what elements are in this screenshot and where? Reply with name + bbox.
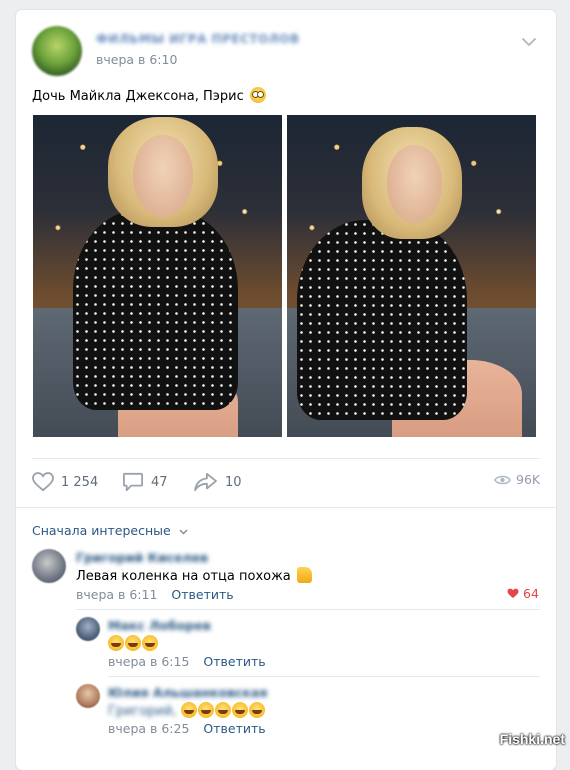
- eye-icon: [494, 475, 511, 484]
- reply-to-link[interactable]: Григорий,: [108, 704, 177, 719]
- comment-author[interactable]: Григорий Киселев: [76, 550, 208, 565]
- group-avatar[interactable]: [32, 26, 82, 76]
- comment-author[interactable]: Юлия Альшанковская: [108, 685, 267, 700]
- like-button[interactable]: 1 254: [32, 472, 98, 492]
- post-photo-2[interactable]: [287, 115, 536, 437]
- comment-author[interactable]: Макс Лоборев: [108, 618, 211, 633]
- comment-text-content: Левая коленка на отца похожа: [76, 569, 291, 584]
- divider: [16, 507, 556, 508]
- comment-count: 47: [151, 474, 168, 490]
- comment-like-count: 64: [523, 586, 539, 601]
- heart-icon: [32, 472, 54, 492]
- comment-like-button[interactable]: 64: [507, 586, 539, 601]
- reply-button[interactable]: Ответить: [203, 721, 265, 736]
- thumbs-up-emoji-icon: [296, 567, 312, 583]
- post-text-content: Дочь Майкла Джексона, Пэрис: [32, 89, 244, 104]
- post-timestamp[interactable]: вчера в 6:10: [96, 52, 177, 67]
- post-text: Дочь Майкла Джексона, Пэрис: [32, 87, 266, 104]
- post-photo-1[interactable]: [33, 115, 282, 437]
- comment-meta: вчера в 6:11 Ответить: [76, 587, 234, 602]
- rolling-laughing-emoji-icon: [197, 702, 214, 718]
- avatar[interactable]: [76, 617, 100, 641]
- rolling-laughing-emoji-icon: [214, 702, 231, 718]
- rolling-laughing-emoji-icon: [108, 635, 124, 651]
- eye-roll-emoji-icon: [249, 87, 266, 103]
- rolling-laughing-emoji-icon: [231, 702, 248, 718]
- group-name-link[interactable]: ФИЛЬМЫ ИГРА ПРЕСТОЛОВ: [96, 32, 300, 46]
- rolling-laughing-emoji-icon: [248, 702, 265, 718]
- reply-button[interactable]: Ответить: [203, 654, 265, 669]
- chevron-down-icon: [179, 529, 188, 535]
- divider: [108, 676, 540, 677]
- share-button[interactable]: 10: [194, 472, 242, 492]
- comment-icon: [123, 472, 143, 492]
- divider: [32, 458, 540, 459]
- avatar[interactable]: [76, 684, 100, 708]
- comment-text: [108, 635, 159, 652]
- share-count: 10: [225, 474, 242, 490]
- rolling-laughing-emoji-icon: [125, 635, 141, 651]
- reply-button[interactable]: Ответить: [171, 587, 233, 602]
- comment-time[interactable]: вчера в 6:25: [108, 721, 189, 736]
- comment-meta: вчера в 6:15 Ответить: [108, 654, 266, 669]
- divider: [76, 609, 540, 610]
- chevron-down-icon[interactable]: [522, 38, 536, 47]
- views-counter: 96K: [494, 472, 540, 487]
- comment-button[interactable]: 47: [122, 472, 168, 492]
- views-count: 96K: [516, 472, 541, 487]
- comment-time[interactable]: вчера в 6:11: [76, 587, 157, 602]
- watermark: Fishki.net: [499, 731, 565, 747]
- comment-meta: вчера в 6:25 Ответить: [108, 721, 266, 736]
- sort-label: Сначала интересные: [32, 523, 171, 538]
- rolling-laughing-emoji-icon: [142, 635, 158, 651]
- heart-filled-icon: [507, 588, 519, 598]
- comment-time[interactable]: вчера в 6:15: [108, 654, 189, 669]
- share-icon: [194, 472, 217, 492]
- rolling-laughing-emoji-icon: [180, 702, 197, 718]
- like-count: 1 254: [61, 474, 99, 490]
- comment-text: Левая коленка на отца похожа: [76, 567, 312, 584]
- post-card: ФИЛЬМЫ ИГРА ПРЕСТОЛОВ вчера в 6:10 Дочь …: [16, 10, 556, 770]
- avatar[interactable]: [32, 549, 66, 583]
- comment-text: Григорий,: [108, 702, 266, 719]
- comments-sort-dropdown[interactable]: Сначала интересные: [32, 523, 188, 538]
